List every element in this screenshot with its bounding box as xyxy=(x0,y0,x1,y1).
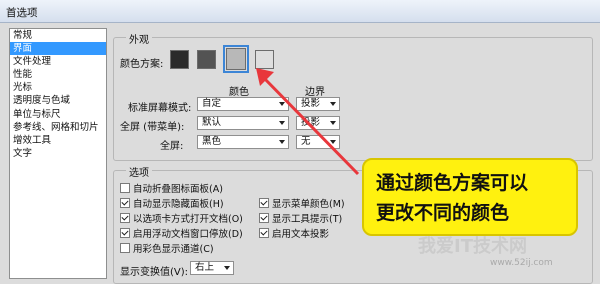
window-title: 首选项 xyxy=(6,7,38,19)
appearance-group-title: 外观 xyxy=(126,31,152,46)
window-titlebar: 首选项 xyxy=(0,0,600,23)
open-documents-as-tabs-checkbox[interactable]: 以选项卡方式打开文档(O) xyxy=(120,211,243,225)
checkbox-box xyxy=(259,228,269,238)
watermark-text: 我爱IT技术网 xyxy=(418,236,527,257)
sidebar-item-general[interactable]: 常规 xyxy=(10,29,106,42)
chevron-down-icon xyxy=(224,266,230,270)
enable-text-drop-shadows-checkbox[interactable]: 启用文本投影 xyxy=(259,226,329,240)
callout-line-2: 更改不同的颜色 xyxy=(376,202,510,224)
sidebar-item-cursors[interactable]: 光标 xyxy=(10,81,106,94)
color-scheme-swatch-1[interactable] xyxy=(170,50,189,69)
show-transform-values-select[interactable]: 右上 xyxy=(190,261,234,275)
color-scheme-swatch-2[interactable] xyxy=(197,50,216,69)
checkbox-box xyxy=(120,243,130,253)
checkbox-label: 启用浮动文档窗口停放(D) xyxy=(133,229,243,240)
standard-screen-color-value: 自定 xyxy=(202,98,222,109)
checkbox-label: 自动显示隐藏面板(H) xyxy=(133,199,224,210)
callout-line-1: 通过颜色方案可以 xyxy=(376,172,529,194)
checkbox-label: 显示菜单颜色(M) xyxy=(272,199,345,210)
color-scheme-swatch-3[interactable] xyxy=(223,45,249,73)
watermark-url: www.52ij.com xyxy=(490,258,553,268)
fullscreen-color-value: 黑色 xyxy=(202,136,222,147)
show-tooltips-checkbox[interactable]: 显示工具提示(T) xyxy=(259,211,342,225)
checkbox-box xyxy=(120,198,130,208)
sidebar-item-file-handling[interactable]: 文件处理 xyxy=(10,55,106,68)
preferences-category-list[interactable]: 常规 界面 文件处理 性能 光标 透明度与色域 单位与标尺 参考线、网格和切片 … xyxy=(9,28,107,279)
auto-collapse-icon-panels-checkbox[interactable]: 自动折叠图标面板(A) xyxy=(120,181,223,195)
sidebar-item-plugins[interactable]: 增效工具 xyxy=(10,134,106,147)
annotation-callout: 通过颜色方案可以 更改不同的颜色 xyxy=(362,158,578,236)
checkbox-label: 启用文本投影 xyxy=(272,229,330,240)
color-scheme-label: 颜色方案: xyxy=(120,59,164,70)
fullscreen-menu-color-value: 默认 xyxy=(202,117,222,128)
show-menu-colors-checkbox[interactable]: 显示菜单颜色(M) xyxy=(259,196,345,210)
sidebar-item-guides-grid-slices[interactable]: 参考线、网格和切片 xyxy=(10,121,106,134)
fullscreen-menu-label: 全屏 (带菜单): xyxy=(120,122,185,133)
checkbox-box xyxy=(120,228,130,238)
checkbox-label: 自动折叠图标面板(A) xyxy=(133,184,223,195)
sidebar-item-type[interactable]: 文字 xyxy=(10,147,106,160)
auto-show-hidden-panels-checkbox[interactable]: 自动显示隐藏面板(H) xyxy=(120,196,224,210)
checkbox-box xyxy=(120,183,130,193)
annotation-arrow-icon xyxy=(256,68,360,176)
show-transform-values-label: 显示变换值(V): xyxy=(120,267,189,278)
standard-screen-mode-label: 标准屏幕模式: xyxy=(128,103,192,114)
fullscreen-label: 全屏: xyxy=(160,141,184,152)
sidebar-item-units-rulers[interactable]: 单位与标尺 xyxy=(10,108,106,121)
sidebar-item-transparency-gamut[interactable]: 透明度与色域 xyxy=(10,94,106,107)
options-group-title: 选项 xyxy=(126,164,152,179)
floating-window-docking-checkbox[interactable]: 启用浮动文档窗口停放(D) xyxy=(120,226,243,240)
checkbox-box xyxy=(259,213,269,223)
sidebar-item-interface[interactable]: 界面 xyxy=(10,42,106,56)
show-channels-in-color-checkbox[interactable]: 用彩色显示通道(C) xyxy=(120,241,214,255)
checkbox-label: 用彩色显示通道(C) xyxy=(133,244,214,255)
checkbox-label: 显示工具提示(T) xyxy=(272,214,343,225)
color-column-header: 颜色 xyxy=(229,87,249,98)
show-transform-values-value: 右上 xyxy=(195,262,215,273)
checkbox-box xyxy=(120,213,130,223)
checkbox-box xyxy=(259,198,269,208)
sidebar-item-performance[interactable]: 性能 xyxy=(10,68,106,81)
checkbox-label: 以选项卡方式打开文档(O) xyxy=(133,214,243,225)
